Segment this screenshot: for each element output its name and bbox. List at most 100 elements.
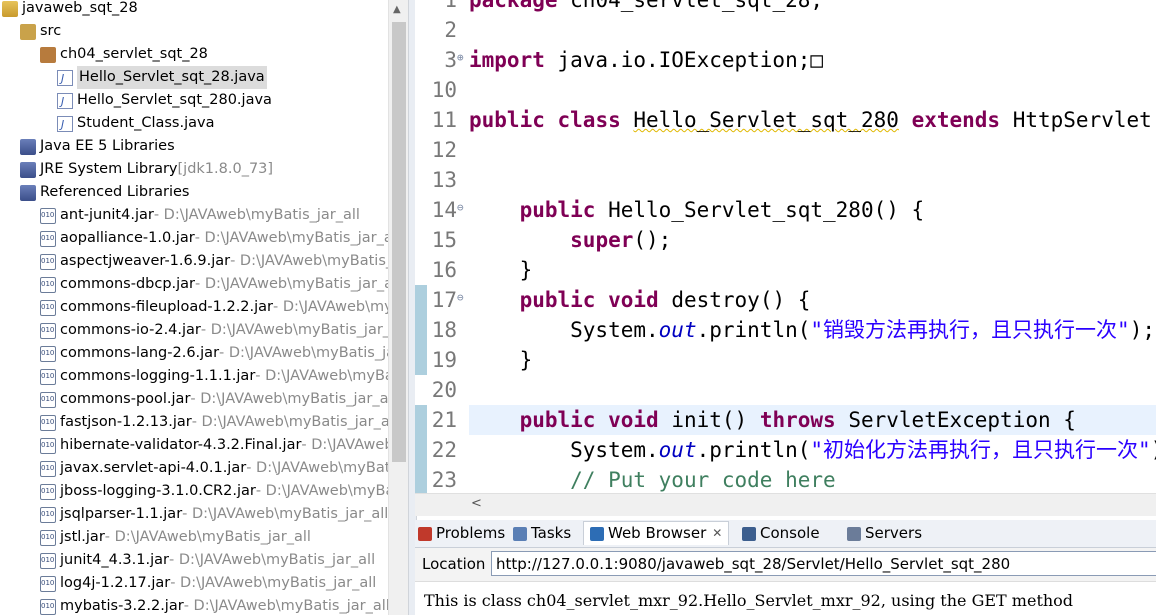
code-token: } [469, 258, 533, 282]
package-icon [40, 46, 56, 63]
tree-item[interactable]: javaweb_sqt_28 [2, 0, 138, 20]
code-token: ); [1151, 438, 1156, 462]
problems-icon [418, 526, 432, 541]
tab-console[interactable]: Console [742, 522, 820, 545]
code-line[interactable]: public Hello_Servlet_sqt_280() { [469, 195, 925, 225]
tree-item[interactable]: commons-dbcp.jar - D:\JAVAweb\myBatis_ja… [40, 273, 388, 296]
line-number: 12 [431, 138, 457, 162]
code-token: "初始化方法再执行，且只执行一次" [810, 438, 1151, 462]
tree-item[interactable]: Hello_Servlet_sqt_28.java [57, 66, 267, 90]
code-line[interactable]: package ch04_servlet_sqt_28; [469, 0, 823, 15]
tree-item-path: - D:\JAVAweb\myBatis_jar_all [255, 368, 388, 384]
code-line[interactable]: super(); [469, 225, 671, 255]
code-token: void [608, 408, 659, 432]
line-number: 14 [431, 198, 457, 222]
code-token: out [658, 438, 697, 462]
tree-item-label: jsqlparser-1.1.jar [60, 506, 183, 522]
close-icon[interactable]: ✕ [712, 522, 722, 545]
tree-item[interactable]: jboss-logging-3.1.0.CR2.jar - D:\JAVAweb… [40, 480, 388, 503]
editor-horizontal-scrollbar[interactable]: < [415, 493, 1156, 516]
tree-item[interactable]: jstl.jar - D:\JAVAweb\myBatis_jar_all [40, 526, 311, 549]
tree-item[interactable]: commons-pool.jar - D:\JAVAweb\myBatis_ja… [40, 388, 388, 411]
tree-item[interactable]: ant-junit4.jar - D:\JAVAweb\myBatis_jar_… [40, 204, 360, 227]
line-number: 16 [431, 258, 457, 282]
tree-item[interactable]: Hello_Servlet_sqt_280.java [57, 89, 272, 113]
tree-item-label: JRE System Library [40, 161, 178, 177]
collapse-fold-icon[interactable]: ⊖ [457, 291, 464, 304]
tree-item[interactable]: Referenced Libraries [20, 181, 189, 204]
tree-item-label: commons-io-2.4.jar [60, 322, 201, 338]
explorer-scroll-thumb[interactable] [392, 22, 406, 462]
tree-item-path: - D:\JAVAweb\myBatis_jar_all [104, 529, 311, 545]
scroll-left-icon[interactable]: < [471, 496, 482, 511]
tree-item-label: jboss-logging-3.1.0.CR2.jar [60, 483, 256, 499]
code-token: init() [658, 408, 760, 432]
tree-item[interactable]: commons-io-2.4.jar - D:\JAVAweb\myBatis_… [40, 319, 388, 342]
jar-icon [40, 204, 56, 227]
tab-web-browser[interactable]: Web Browser ✕ [583, 521, 730, 545]
package-explorer: javaweb_sqt_28src ch04_servlet_sqt_28 Hell… [0, 0, 388, 615]
jar-icon [40, 503, 56, 526]
tree-item[interactable]: Student_Class.java [57, 112, 215, 136]
tree-item-path: - D:\JAVAweb\myBatis_jar_all [168, 552, 376, 568]
line-number: 18 [431, 318, 457, 342]
tab-label: Problems [436, 524, 506, 542]
tree-item-path: - D:\JAVAweb\myBatis_jar_all [219, 345, 388, 361]
tree-item-path: - D:\JAVAweb\myBatis_jar_all [195, 276, 388, 292]
location-url-input[interactable] [491, 551, 1156, 576]
code-editor[interactable]: 1 2 3 ⊕ 10 11 12 13 14 ⊖ 15 16 17 ⊖ 18 19 20 21 22 23 packa… [415, 0, 1156, 493]
tab-label: Servers [865, 524, 923, 542]
tree-item-path: - D:\JAVAweb\myBatis_jar_all [191, 414, 388, 430]
tree-item-label: Student_Class.java [77, 115, 215, 131]
tree-item-label: javaweb_sqt_28 [22, 0, 138, 16]
tree-item[interactable]: junit4_4.3.1.jar - D:\JAVAweb\myBatis_ja… [40, 549, 375, 572]
code-token: public [469, 108, 545, 132]
code-line[interactable]: import java.io.IOException;□ [469, 45, 823, 75]
tree-item[interactable]: hibernate-validator-4.3.2.Final.jar - D:… [40, 434, 388, 457]
code-line[interactable]: // Put your code here [469, 465, 836, 493]
jar-icon [40, 480, 56, 503]
jar-icon [40, 457, 56, 480]
code-line[interactable]: System.out.println("销毁方法再执行，且只执行一次"); [469, 315, 1155, 345]
tree-item-label: commons-dbcp.jar [60, 276, 196, 292]
code-token: ServletException { [835, 408, 1076, 432]
code-token: .println( [696, 318, 811, 342]
tree-item[interactable]: JRE System Library [jdk1.8.0_73] [20, 158, 273, 181]
code-line[interactable]: public void init() throws ServletExcepti… [469, 405, 1076, 435]
tree-item[interactable]: commons-logging-1.1.1.jar - D:\JAVAweb\m… [40, 365, 388, 388]
tab-problems[interactable]: Problems [418, 522, 505, 545]
code-line[interactable]: System.out.println("初始化方法再执行，且只执行一次"); [469, 435, 1156, 465]
expand-fold-icon[interactable]: ⊕ [457, 51, 464, 64]
code-line[interactable]: } [469, 255, 533, 285]
tree-item[interactable]: javax.servlet-api-4.0.1.jar - D:\JAVAweb… [40, 457, 388, 480]
line-number: 21 [431, 408, 457, 432]
tree-item[interactable]: commons-fileupload-1.2.2.jar - D:\JAVAwe… [40, 296, 388, 319]
code-line[interactable]: } [469, 345, 533, 375]
tree-item[interactable]: src [20, 20, 61, 43]
code-token: Hello_Servlet_sqt_280() { [595, 198, 925, 222]
line-number: 15 [431, 228, 457, 252]
explorer-scrollbar[interactable]: ▲ [388, 0, 409, 615]
globe-icon [590, 526, 604, 541]
collapse-fold-icon[interactable]: ⊖ [457, 201, 464, 214]
tree-item[interactable]: jsqlparser-1.1.jar - D:\JAVAweb\myBatis_… [40, 503, 388, 526]
tree-item[interactable]: ch04_servlet_sqt_28 [40, 43, 208, 66]
tree-item[interactable]: aopalliance-1.0.jar - D:\JAVAweb\myBatis… [40, 227, 388, 250]
tree-item[interactable]: mybatis-3.2.2.jar - D:\JAVAweb\myBatis_j… [40, 595, 388, 615]
code-line[interactable]: public void destroy() { [469, 285, 811, 315]
tab-tasks[interactable]: Tasks [513, 522, 571, 545]
code-line[interactable]: public class Hello_Servlet_sqt_280 exten… [469, 105, 1156, 135]
line-number: 3 [444, 48, 457, 72]
tree-item-label: aspectjweaver-1.6.9.jar [60, 253, 231, 269]
tree-item-label: fastjson-1.2.13.jar [60, 414, 192, 430]
tab-servers[interactable]: Servers [847, 522, 922, 545]
tree-item[interactable]: fastjson-1.2.13.jar - D:\JAVAweb\myBatis… [40, 411, 388, 434]
scroll-up-icon[interactable]: ▲ [393, 4, 401, 15]
tree-item[interactable]: commons-lang-2.6.jar - D:\JAVAweb\myBati… [40, 342, 388, 365]
tree-item-label: Referenced Libraries [40, 184, 190, 200]
tree-item-label: javax.servlet-api-4.0.1.jar [60, 460, 247, 476]
tree-item[interactable]: aspectjweaver-1.6.9.jar - D:\JAVAweb\myB… [40, 250, 388, 273]
tree-item[interactable]: log4j-1.2.17.jar - D:\JAVAweb\myBatis_ja… [40, 572, 376, 595]
project-icon [2, 0, 18, 17]
tree-item[interactable]: Java EE 5 Libraries [20, 135, 175, 158]
